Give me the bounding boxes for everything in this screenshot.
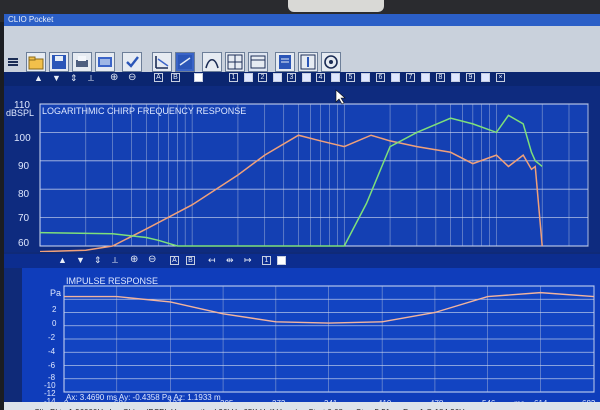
main-toolbar bbox=[4, 26, 600, 72]
open-file-button[interactable] bbox=[26, 52, 46, 72]
print-button[interactable] bbox=[72, 52, 92, 72]
fit-icon[interactable]: ⟂ bbox=[88, 73, 94, 84]
layer-7-color[interactable] bbox=[421, 73, 430, 82]
bezel-tab bbox=[288, 0, 384, 12]
top-plot: LOGARITHMIC CHIRP FREQUENCY RESPONSE dBS… bbox=[4, 86, 600, 252]
menu-icon[interactable] bbox=[8, 58, 18, 60]
layer-4-color[interactable] bbox=[331, 73, 340, 82]
top-y-tick-60: 60 bbox=[18, 238, 30, 249]
imp-marker-a-button[interactable]: A bbox=[170, 256, 179, 265]
window-title: CLIO Pocket bbox=[4, 14, 600, 26]
curve-icon bbox=[205, 58, 219, 69]
imp-fit-icon[interactable]: ⟂ bbox=[112, 255, 118, 266]
export-button[interactable] bbox=[95, 52, 115, 72]
graph-tool-2-button[interactable] bbox=[175, 52, 195, 72]
impulse-y-tick-m4: -4 bbox=[48, 347, 56, 356]
layer-3-button[interactable]: 3 bbox=[287, 73, 296, 82]
graph-tool-4-button[interactable] bbox=[225, 52, 245, 72]
export-icon bbox=[98, 57, 112, 67]
impulse-plot-title: IMPULSE RESPONSE bbox=[66, 276, 158, 286]
arrow-updown-icon[interactable]: ⇕ bbox=[70, 73, 78, 84]
top-plot-area bbox=[39, 103, 589, 247]
layer-8-button[interactable]: 8 bbox=[436, 73, 445, 82]
top-y-tick-110: 110 bbox=[14, 100, 30, 111]
validate-button[interactable] bbox=[122, 52, 142, 72]
impulse-y-unit-label: Pa bbox=[50, 288, 61, 298]
imp-zoom-out-icon[interactable]: ⊖ bbox=[148, 254, 156, 265]
imp-marker-1-button[interactable]: 1 bbox=[262, 256, 271, 265]
status-bar: Clio Pkt =1:96000Hz LogChirp dBSPL Unsmo… bbox=[4, 402, 600, 410]
marker-check-button[interactable] bbox=[194, 73, 203, 82]
close-layers-button[interactable]: × bbox=[496, 73, 505, 82]
graph-tool-7-button[interactable] bbox=[298, 52, 318, 72]
layer-5-color[interactable] bbox=[361, 73, 370, 82]
graph-tool-1-button[interactable] bbox=[152, 52, 172, 72]
impulse-cursor-readout: Ax: 3.4690 ms Ay: -0.4358 Pa Az: 1.1933 … bbox=[66, 393, 221, 402]
layer-8-color[interactable] bbox=[451, 73, 460, 82]
imp-zoom-in-icon[interactable]: ⊕ bbox=[130, 254, 138, 265]
impulse-y-tick-m6: -6 bbox=[48, 361, 56, 370]
arrow-down-icon[interactable]: ▼ bbox=[52, 73, 61, 83]
clio-window: CLIO Pocket ▲ ▼ ⇕ ⟂ ⊕ ⊖ A B 1 2 3 4 5 6 … bbox=[4, 14, 600, 410]
impulse-toolbar: ▲ ▼ ⇕ ⟂ ⊕ ⊖ A B ↤ ⇹ ↦ 1 bbox=[4, 254, 600, 268]
arrow-up-icon[interactable]: ▲ bbox=[34, 73, 43, 83]
save-icon bbox=[52, 55, 66, 69]
table-icon bbox=[227, 54, 243, 70]
save-button[interactable] bbox=[49, 52, 69, 72]
top-y-tick-90: 90 bbox=[18, 161, 30, 172]
layer-4-button[interactable]: 4 bbox=[316, 73, 325, 82]
layout-icon bbox=[250, 55, 266, 69]
imp-arrow-down-icon[interactable]: ▼ bbox=[76, 255, 85, 265]
top-y-tick-70: 70 bbox=[18, 213, 30, 224]
imp-cursor-both-icon[interactable]: ⇹ bbox=[226, 255, 234, 266]
layer-1-color[interactable] bbox=[244, 73, 253, 82]
checkmark-icon bbox=[126, 56, 139, 68]
layer-2-button[interactable]: 2 bbox=[258, 73, 267, 82]
imp-marker-check-button[interactable] bbox=[277, 256, 286, 265]
folder-icon bbox=[28, 56, 44, 70]
imp-marker-b-button[interactable]: B bbox=[186, 256, 195, 265]
zoom-out-icon[interactable]: ⊖ bbox=[128, 72, 136, 83]
settings-button[interactable] bbox=[321, 52, 341, 72]
layer-2-color[interactable] bbox=[273, 73, 282, 82]
layer-1-button[interactable]: 1 bbox=[229, 73, 238, 82]
layer-9-button[interactable]: 9 bbox=[466, 73, 475, 82]
meter-icon bbox=[300, 54, 316, 70]
impulse-plot: IMPULSE RESPONSE Pa 2 0 -2 -4 -6 -8 -10 … bbox=[22, 268, 600, 410]
marker-b-button[interactable]: B bbox=[171, 73, 180, 82]
impulse-y-tick-m2: -2 bbox=[48, 333, 56, 342]
layer-7-button[interactable]: 7 bbox=[406, 73, 415, 82]
zoom-in-icon[interactable]: ⊕ bbox=[110, 72, 118, 83]
graph-axes-icon bbox=[155, 56, 169, 69]
layer-9-color[interactable] bbox=[481, 73, 490, 82]
notebook-icon bbox=[279, 55, 291, 69]
graph-tool-5-button[interactable] bbox=[248, 52, 268, 72]
imp-cursor-left-icon[interactable]: ↤ bbox=[208, 255, 216, 266]
top-y-tick-80: 80 bbox=[18, 189, 30, 200]
impulse-y-tick-2: 2 bbox=[52, 305, 57, 314]
impulse-y-tick-0: 0 bbox=[52, 319, 57, 328]
top-plot-title: LOGARITHMIC CHIRP FREQUENCY RESPONSE bbox=[42, 106, 246, 116]
layer-6-color[interactable] bbox=[391, 73, 400, 82]
marker-a-button[interactable]: A bbox=[154, 73, 163, 82]
graph-tool-3-button[interactable] bbox=[202, 52, 222, 72]
graph-filled-icon bbox=[178, 55, 192, 69]
gear-icon bbox=[324, 55, 338, 69]
graph-tool-6-button[interactable] bbox=[275, 52, 295, 72]
imp-cursor-right-icon[interactable]: ↦ bbox=[244, 255, 252, 266]
imp-arrow-updown-icon[interactable]: ⇕ bbox=[94, 255, 102, 266]
layer-5-button[interactable]: 5 bbox=[346, 73, 355, 82]
layer-3-color[interactable] bbox=[302, 73, 311, 82]
layer-6-button[interactable]: 6 bbox=[376, 73, 385, 82]
top-y-tick-100: 100 bbox=[14, 133, 31, 144]
printer-icon bbox=[76, 56, 88, 67]
imp-arrow-up-icon[interactable]: ▲ bbox=[58, 255, 67, 265]
